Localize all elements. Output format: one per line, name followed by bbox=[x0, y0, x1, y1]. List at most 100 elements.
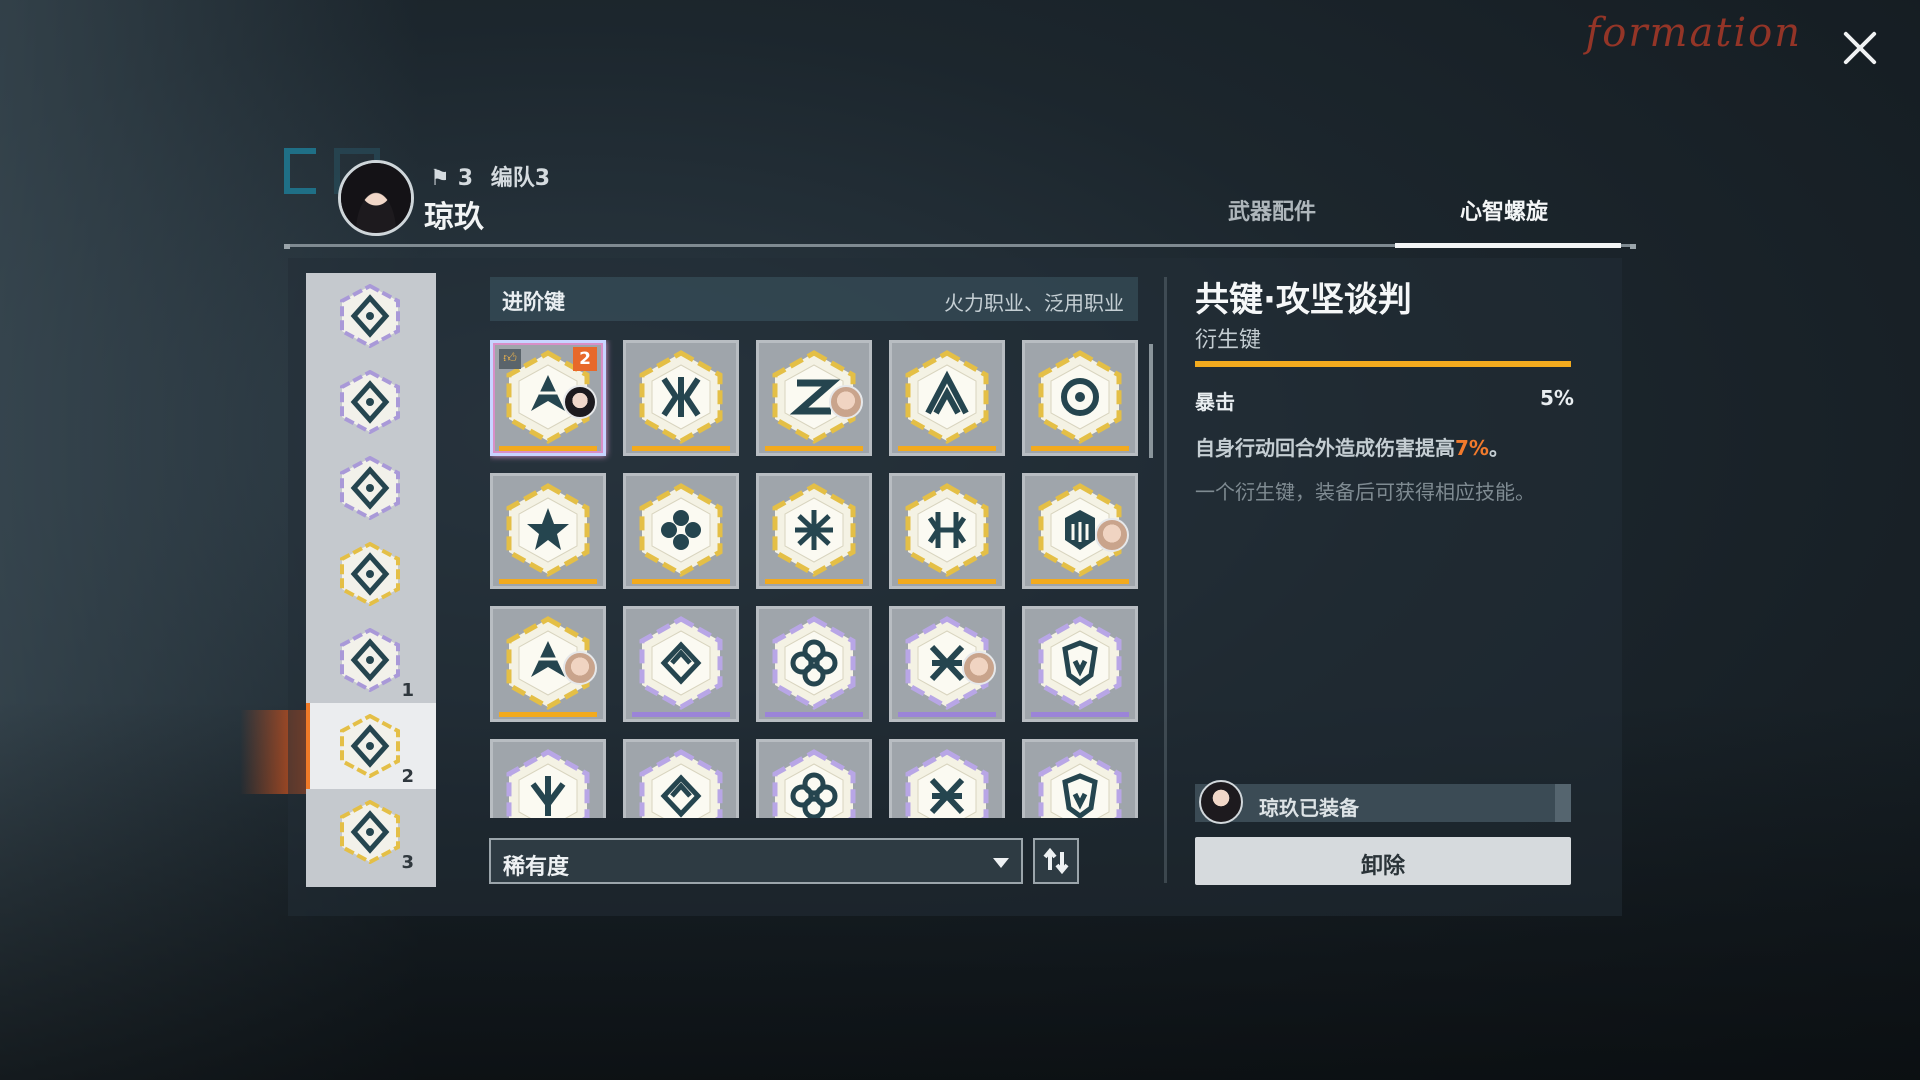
rarity-bar bbox=[765, 446, 863, 451]
key-tile[interactable] bbox=[756, 739, 872, 818]
rarity-bar bbox=[1195, 361, 1571, 367]
sidebar-item-4[interactable] bbox=[306, 531, 436, 617]
key-tile[interactable] bbox=[756, 606, 872, 722]
key-tile[interactable] bbox=[756, 340, 872, 456]
key-tile[interactable] bbox=[623, 739, 739, 818]
x-key-icon bbox=[769, 748, 859, 818]
sidebar-item-5[interactable]: 1 bbox=[306, 617, 436, 703]
formation-watermark: formation bbox=[1585, 10, 1802, 56]
owner-avatar bbox=[1095, 518, 1129, 552]
diamond-key-icon bbox=[636, 615, 726, 711]
cube-key-icon bbox=[636, 748, 726, 818]
flower-key-icon bbox=[769, 615, 859, 711]
owner-avatar bbox=[829, 385, 863, 419]
sidebar-item-6[interactable]: 2 bbox=[306, 703, 436, 789]
unequip-button[interactable]: 卸除 bbox=[1195, 837, 1571, 885]
rarity-bar bbox=[499, 446, 597, 451]
team-info: ⚑ 3 编队3 bbox=[430, 160, 550, 192]
rarity-bar bbox=[898, 446, 996, 451]
equipped-avatar bbox=[1199, 780, 1243, 824]
key-tile[interactable]: 2 👍︎ bbox=[490, 340, 606, 456]
equipped-text: 琼玖已装备 bbox=[1259, 796, 1359, 820]
unequip-label: 卸除 bbox=[1360, 854, 1405, 879]
sort-dropdown[interactable]: 稀有度 bbox=[489, 838, 1023, 884]
gem-key-icon bbox=[503, 748, 593, 818]
owner-avatar bbox=[563, 385, 597, 419]
sidebar-item-count: 2 bbox=[401, 766, 414, 787]
equipped-decoration bbox=[1555, 784, 1571, 822]
character-avatar bbox=[338, 160, 414, 236]
orbit-key-icon bbox=[1035, 349, 1125, 445]
close-button[interactable] bbox=[1836, 24, 1884, 72]
key-tile[interactable] bbox=[1022, 473, 1138, 589]
effect-text: 自身行动回合外造成伤害提高 bbox=[1195, 436, 1455, 460]
tab-mind-spiral[interactable]: 心智螺旋 bbox=[1460, 194, 1548, 226]
key-tile[interactable] bbox=[1022, 606, 1138, 722]
chevron-down-icon bbox=[993, 858, 1009, 868]
panel-divider bbox=[1164, 277, 1167, 883]
spine-key-icon bbox=[902, 482, 992, 578]
effect-description: 自身行动回合外造成伤害提高7%。 bbox=[1195, 432, 1509, 461]
key-tile[interactable] bbox=[490, 739, 606, 818]
key-tile[interactable] bbox=[889, 739, 1005, 818]
rarity-bar bbox=[632, 446, 730, 451]
sidebar-item-1[interactable] bbox=[306, 273, 436, 359]
key-grid: 2 👍︎ bbox=[490, 340, 1140, 818]
rarity-bar bbox=[765, 712, 863, 717]
category-classes: 火力职业、泛用职业 bbox=[944, 291, 1124, 315]
star-key-icon bbox=[503, 482, 593, 578]
key-tile[interactable] bbox=[623, 340, 739, 456]
star-rune-icon bbox=[340, 542, 400, 606]
rarity-bar bbox=[898, 579, 996, 584]
key-tile[interactable] bbox=[490, 606, 606, 722]
arrow-rune-icon bbox=[340, 714, 400, 778]
sidebar-item-2[interactable] bbox=[306, 359, 436, 445]
key-tile[interactable] bbox=[623, 473, 739, 589]
equip-count-badge: 2 bbox=[573, 347, 597, 371]
sidebar-item-count: 3 bbox=[401, 852, 414, 873]
spear-key-icon bbox=[902, 748, 992, 818]
clover-key-icon bbox=[636, 482, 726, 578]
owner-avatar bbox=[962, 651, 996, 685]
sort-order-icon bbox=[1043, 847, 1069, 875]
rarity-bar bbox=[1031, 579, 1129, 584]
grid-scrollbar[interactable] bbox=[1149, 344, 1153, 458]
equipped-status: 琼玖已装备 bbox=[1195, 780, 1571, 824]
rarity-bar bbox=[632, 712, 730, 717]
key-tile[interactable] bbox=[1022, 340, 1138, 456]
key-tile[interactable] bbox=[889, 340, 1005, 456]
tab-weapon-parts[interactable]: 武器配件 bbox=[1228, 194, 1316, 226]
flag-icon: ⚑ bbox=[430, 166, 450, 191]
sort-label: 稀有度 bbox=[503, 855, 570, 880]
rarity-bar bbox=[1031, 712, 1129, 717]
sort-order-button[interactable] bbox=[1033, 838, 1079, 884]
rarity-bar bbox=[499, 712, 597, 717]
key-tile[interactable] bbox=[889, 473, 1005, 589]
diamond-rune-icon bbox=[340, 284, 400, 348]
divider-dot bbox=[1630, 244, 1636, 249]
sidebar-item-7[interactable]: 3 bbox=[306, 789, 436, 875]
eye-rune-icon bbox=[340, 628, 400, 692]
snowflake-key-icon bbox=[769, 482, 859, 578]
rarity-bar bbox=[499, 579, 597, 584]
effect-text-end: 。 bbox=[1488, 436, 1509, 460]
flavor-text: 一个衍生键，装备后可获得相应技能。 bbox=[1195, 480, 1535, 504]
team-name: 编队3 bbox=[490, 166, 551, 191]
key-tile[interactable] bbox=[1022, 739, 1138, 818]
mask-key-icon bbox=[1035, 615, 1125, 711]
pillar-key-icon bbox=[1035, 748, 1125, 818]
tree-rune-icon bbox=[340, 370, 400, 434]
sidebar-item-count: 1 bbox=[401, 680, 414, 701]
peak-key-icon bbox=[902, 349, 992, 445]
key-tile[interactable] bbox=[623, 606, 739, 722]
category-header: 进阶键 火力职业、泛用职业 bbox=[490, 277, 1138, 321]
key-tile[interactable] bbox=[756, 473, 872, 589]
s-rune-icon bbox=[340, 800, 400, 864]
rarity-bar bbox=[898, 712, 996, 717]
sidebar-item-3[interactable] bbox=[306, 445, 436, 531]
divider-dot bbox=[284, 244, 290, 249]
key-tile[interactable] bbox=[889, 606, 1005, 722]
team-number: 3 bbox=[457, 166, 474, 191]
rarity-bar bbox=[632, 579, 730, 584]
key-tile[interactable] bbox=[490, 473, 606, 589]
